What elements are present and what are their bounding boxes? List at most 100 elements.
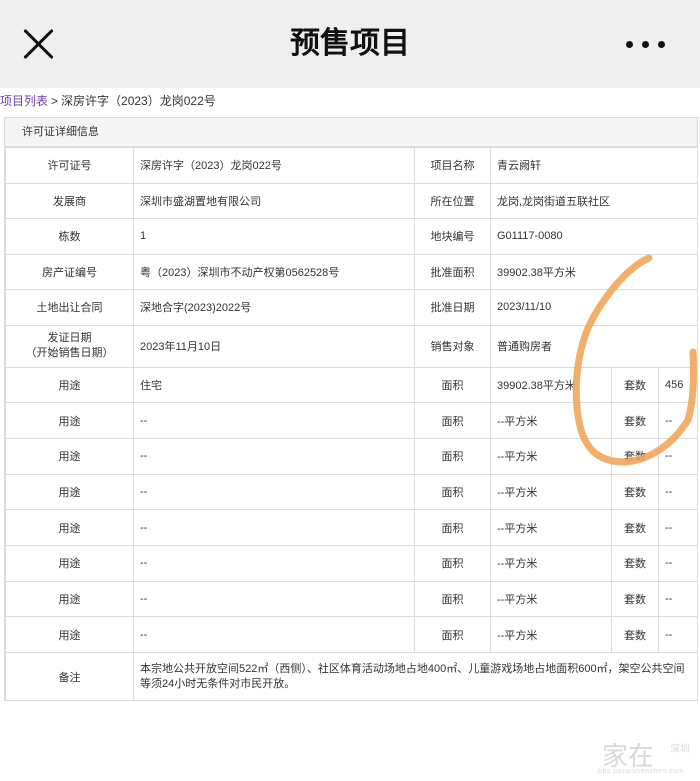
area-label: 面积 <box>414 402 491 439</box>
table-row: 发展商 深圳市盛湖置地有限公司 所在位置 龙岗,龙岗街道五联社区 <box>5 182 698 219</box>
units-label: 套数 <box>611 509 659 546</box>
field-label: 土地出让合同 <box>5 289 134 326</box>
usage-label: 用途 <box>5 473 134 511</box>
usage-label: 用途 <box>5 509 134 546</box>
sale-start-label: （开始销售日期） <box>25 347 114 359</box>
area-label: 面积 <box>414 616 491 653</box>
usage-row: 用途 -- 面积 --平方米 套数 -- <box>5 616 698 653</box>
field-value: 39902.38平方米 <box>490 253 698 290</box>
permit-detail-panel: 许可证详细信息 许可证号 深房许字（2023）龙岗022号 项目名称 青云阙轩 发展商深… <box>4 117 698 701</box>
usage-value: 住宅 <box>133 366 415 404</box>
watermark-main: 家在 <box>602 742 655 772</box>
field-value: 深地合字(2023)2022号 <box>133 289 415 326</box>
area-value: 39902.38平方米 <box>490 366 612 404</box>
breadcrumb: 项目列表 > 深房许字（2023）龙岗022号 <box>0 92 216 110</box>
field-label: 栋数 <box>5 218 134 255</box>
area-label: 面积 <box>414 437 491 475</box>
area-value: --平方米 <box>490 616 612 653</box>
usage-label: 用途 <box>5 544 134 582</box>
field-value: 2023年11月10日 <box>133 324 415 368</box>
table-row: 房产证编号 粤（2023）深圳市不动产权第0562528号 批准面积 39902.38… <box>5 253 698 290</box>
top-bar: 预售项目 <box>0 0 700 88</box>
area-label: 面积 <box>414 473 491 511</box>
area-value: --平方米 <box>490 402 612 439</box>
usage-value: -- <box>133 473 415 511</box>
remark-text: 本宗地公共开放空间522㎡（西侧）、社区体育活动场地占地400㎡、儿童游戏场地占… <box>133 652 698 701</box>
table-row: 许可证号 深房许字（2023）龙岗022号 项目名称 青云阙轩 <box>5 147 698 184</box>
field-label: 许可证号 <box>5 147 134 184</box>
remark-label: 备注 <box>5 652 134 701</box>
units-value: -- <box>658 437 698 475</box>
units-value: -- <box>658 544 698 582</box>
usage-label: 用途 <box>5 437 134 475</box>
field-value: 深房许字（2023）龙岗022号 <box>133 147 415 184</box>
usage-value: -- <box>133 544 415 582</box>
field-value: 2023/11/10 <box>490 289 698 326</box>
field-label: 批准面积 <box>414 253 491 290</box>
field-label: 所在位置 <box>414 182 491 219</box>
field-value: 龙岗,龙岗街道五联社区 <box>490 182 698 219</box>
field-label: 地块编号 <box>414 218 491 255</box>
page-title: 预售项目 <box>290 27 410 60</box>
units-label: 套数 <box>611 544 659 582</box>
area-value: --平方米 <box>490 544 612 582</box>
units-label: 套数 <box>611 366 659 404</box>
usage-value: -- <box>133 616 415 653</box>
units-value: -- <box>658 473 698 511</box>
area-label: 面积 <box>414 580 491 618</box>
panel-title: 许可证详细信息 <box>5 118 697 147</box>
breadcrumb-current: 深房许字（2023）龙岗022号 <box>61 94 216 108</box>
units-label: 套数 <box>611 402 659 439</box>
usage-row: 用途 -- 面积 --平方米 套数 -- <box>5 580 698 618</box>
area-value: --平方米 <box>490 509 612 546</box>
more-dot <box>642 41 649 48</box>
field-value: 普通购房者 <box>490 324 698 368</box>
usage-label: 用途 <box>5 580 134 618</box>
units-value: 456 <box>658 366 698 404</box>
field-value: 青云阙轩 <box>490 147 698 184</box>
usage-row: 用途 住宅 面积 39902.38平方米 套数 456 <box>5 366 698 404</box>
more-dot <box>658 41 665 48</box>
usage-row: 用途 -- 面积 --平方米 套数 -- <box>5 544 698 582</box>
field-label: 房产证编号 <box>5 253 134 290</box>
field-label: 批准日期 <box>414 289 491 326</box>
field-value: 粤（2023）深圳市不动产权第0562528号 <box>133 253 415 290</box>
usage-row: 用途 -- 面积 --平方米 套数 -- <box>5 437 698 475</box>
breadcrumb-project-list-link[interactable]: 项目列表 <box>0 94 48 108</box>
field-value: 深圳市盛湖置地有限公司 <box>133 182 415 219</box>
watermark-url: bbs.jiazaishenzhen.com <box>598 768 684 775</box>
table-row: 栋数 1 地块编号 G01117-0080 <box>5 218 698 255</box>
usage-value: -- <box>133 402 415 439</box>
usage-row: 用途 -- 面积 --平方米 套数 -- <box>5 402 698 439</box>
units-value: -- <box>658 580 698 618</box>
issue-date-label: 发证日期 <box>47 332 92 344</box>
table-row: 土地出让合同 深地合字(2023)2022号 批准日期 2023/11/10 <box>5 289 698 326</box>
usage-label: 用途 <box>5 402 134 439</box>
permit-detail-table: 许可证号 深房许字（2023）龙岗022号 项目名称 青云阙轩 发展商 深圳市盛湖置地有限… <box>5 147 698 701</box>
field-label: 发证日期 （开始销售日期） <box>5 324 134 368</box>
area-label: 面积 <box>414 366 491 404</box>
units-value: -- <box>658 616 698 653</box>
area-value: --平方米 <box>490 473 612 511</box>
more-dot <box>626 41 633 48</box>
table-row: 发证日期 （开始销售日期） 2023年11月10日 销售对象 普通购房者 <box>5 324 698 368</box>
area-label: 面积 <box>414 544 491 582</box>
watermark-side: 深圳 <box>670 744 690 755</box>
watermark: 家在 深圳 bbs.jiazaishenzhen.com <box>598 734 698 778</box>
area-label: 面积 <box>414 509 491 546</box>
usage-row: 用途 -- 面积 --平方米 套数 -- <box>5 509 698 546</box>
usage-value: -- <box>133 437 415 475</box>
units-value: -- <box>658 509 698 546</box>
units-label: 套数 <box>611 580 659 618</box>
units-value: -- <box>658 402 698 439</box>
field-label: 销售对象 <box>414 324 491 368</box>
area-value: --平方米 <box>490 580 612 618</box>
usage-value: -- <box>133 580 415 618</box>
field-label: 发展商 <box>5 182 134 219</box>
breadcrumb-separator: > <box>51 94 59 108</box>
units-label: 套数 <box>611 616 659 653</box>
more-options-icon[interactable] <box>626 36 666 52</box>
units-label: 套数 <box>611 437 659 475</box>
field-value: 1 <box>133 218 415 255</box>
usage-label: 用途 <box>5 616 134 653</box>
